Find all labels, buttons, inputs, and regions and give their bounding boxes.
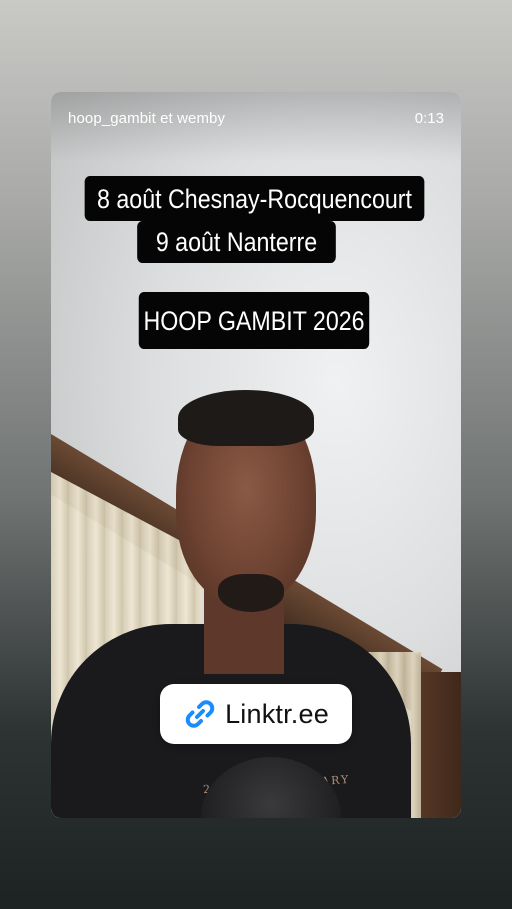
header-gradient (51, 92, 461, 162)
link-icon (185, 700, 215, 728)
story-viewer[interactable]: 20th ANNIVERSARY hoop_gambit et wemby 0:… (51, 92, 461, 818)
story-username[interactable]: hoop_gambit et wemby (68, 110, 225, 127)
caption-event-title: HOOP GAMBIT 2026 (138, 292, 370, 349)
hair (178, 390, 314, 446)
beard (218, 574, 284, 612)
story-timestamp: 0:13 (414, 110, 444, 127)
link-sticker-label: Linktr.ee (225, 698, 329, 729)
link-sticker[interactable]: Linktr.ee (160, 684, 352, 744)
person (51, 390, 411, 818)
caption-date-2: 9 août Nanterre (137, 221, 336, 263)
caption-date-1: 8 août Chesnay-Rocquencourt (84, 176, 425, 221)
